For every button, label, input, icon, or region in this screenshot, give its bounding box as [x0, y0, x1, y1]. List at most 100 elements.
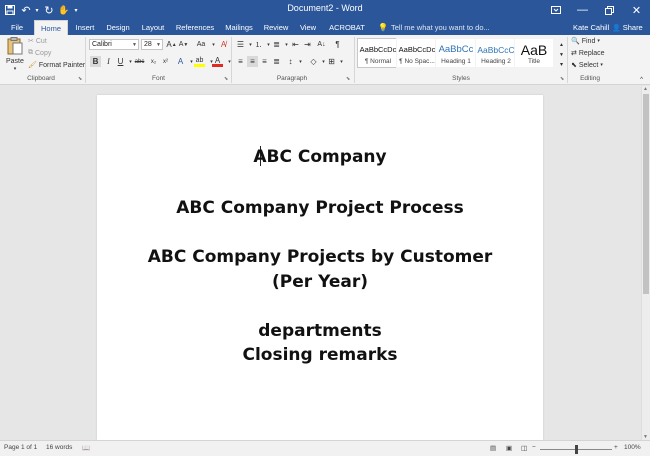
tab-view[interactable]: View — [295, 20, 321, 35]
show-formatting-icon[interactable]: ¶ — [332, 39, 343, 50]
chevron-down-icon: ▾ — [597, 38, 600, 44]
font-size-value: 28 — [144, 41, 152, 48]
align-left-icon[interactable]: ≡ — [235, 56, 246, 67]
font-color-icon[interactable]: A — [212, 56, 223, 67]
doc-heading-projects-by-customer[interactable]: ABC Company Projects by Customer — [97, 247, 543, 267]
style-normal[interactable]: AaBbCcDc ¶ Normal — [357, 38, 399, 68]
paste-button[interactable]: Paste ▾ — [6, 37, 24, 72]
style-preview: AaBbCcC — [477, 44, 515, 55]
scrollbar-thumb[interactable] — [643, 94, 649, 294]
justify-icon[interactable]: ≣ — [271, 56, 282, 67]
format-painter-button[interactable]: 🖌 Format Painter — [28, 61, 85, 70]
italic-icon[interactable]: I — [103, 56, 114, 67]
font-launcher-icon[interactable]: ⬊ — [224, 76, 228, 82]
word-count[interactable]: 16 words — [46, 444, 72, 451]
scroll-up-icon[interactable]: ▲ — [643, 86, 648, 92]
doc-heading-per-year[interactable]: (Per Year) — [97, 272, 543, 292]
select-button[interactable]: ⬉ Select ▾ — [571, 61, 603, 70]
clipboard-launcher-icon[interactable]: ⬊ — [78, 76, 82, 82]
chevron-down-icon[interactable]: ▾ — [336, 56, 347, 67]
styles-launcher-icon[interactable]: ⬊ — [560, 76, 564, 82]
chevron-down-icon: ▼ — [156, 41, 161, 48]
strikethrough-icon[interactable]: abc — [134, 56, 145, 67]
style-no-spacing[interactable]: AaBbCcDc ¶ No Spac... — [396, 38, 438, 68]
ribbon-display-options-icon[interactable] — [542, 0, 569, 20]
tab-mailings[interactable]: Mailings — [222, 20, 256, 35]
tab-acrobat[interactable]: ACROBAT — [326, 20, 368, 35]
proofing-icon[interactable]: 📖 — [82, 444, 90, 452]
status-bar: Page 1 of 1 16 words 📖 ▤ ▣ ◫ − + 100% — [0, 440, 650, 456]
paintbrush-icon: 🖌 — [28, 62, 37, 69]
decrease-indent-icon[interactable]: ⇤ — [290, 39, 301, 50]
paragraph-launcher-icon[interactable]: ⬊ — [346, 76, 350, 82]
tab-home[interactable]: Home — [34, 20, 68, 35]
minimize-icon[interactable]: — — [569, 0, 596, 20]
share-button[interactable]: 👤 Share — [612, 20, 643, 35]
sort-icon[interactable]: A↓ — [316, 39, 327, 50]
zoom-level[interactable]: 100% — [624, 444, 641, 451]
text-effects-icon[interactable]: A — [175, 56, 186, 67]
read-mode-icon[interactable]: ▤ — [490, 444, 496, 452]
shrink-font-icon[interactable]: A ▼ — [178, 39, 189, 50]
change-case-icon[interactable]: Aa — [194, 39, 208, 50]
superscript-icon[interactable]: x² — [160, 56, 171, 67]
page-count[interactable]: Page 1 of 1 — [4, 444, 37, 451]
doc-heading-departments[interactable]: departments — [97, 321, 543, 341]
doc-heading-project-process[interactable]: ABC Company Project Process — [97, 198, 543, 218]
replace-button[interactable]: ⇄ Replace — [571, 49, 605, 58]
tab-file[interactable]: File — [3, 20, 31, 35]
print-layout-icon[interactable]: ▣ — [506, 444, 512, 452]
restore-icon[interactable] — [596, 0, 623, 20]
chevron-down-icon: ▾ — [600, 62, 603, 68]
styles-more-icon[interactable]: ▾ — [556, 59, 567, 70]
grow-font-icon[interactable]: A ▲ — [166, 39, 177, 50]
tab-design[interactable]: Design — [103, 20, 133, 35]
clear-formatting-icon[interactable]: A̸ — [218, 39, 229, 50]
web-layout-icon[interactable]: ◫ — [521, 444, 527, 452]
zoom-slider-thumb[interactable] — [574, 445, 578, 454]
style-title[interactable]: AaB Title — [514, 38, 554, 68]
zoom-out-icon[interactable]: − — [532, 444, 536, 451]
editing-group-label: Editing — [580, 75, 600, 82]
lightbulb-icon: 💡 — [378, 23, 388, 32]
find-label: Find — [581, 37, 596, 45]
bold-icon[interactable]: B — [90, 56, 101, 67]
user-account[interactable]: Kate Cahill — [573, 20, 609, 35]
font-name-combo[interactable]: Calibri ▼ — [89, 39, 139, 50]
style-heading-1[interactable]: AaBbCc Heading 1 — [435, 38, 477, 68]
style-preview: AaBbCc — [438, 44, 474, 55]
style-heading-2[interactable]: AaBbCcC Heading 2 — [475, 38, 517, 68]
styles-group-label: Styles — [452, 75, 470, 82]
cut-label: Cut — [35, 37, 47, 45]
copy-button[interactable]: ⧉ Copy — [28, 49, 51, 57]
tab-insert[interactable]: Insert — [70, 20, 100, 35]
align-center-icon[interactable]: ≡ — [247, 56, 258, 67]
tab-layout[interactable]: Layout — [138, 20, 168, 35]
divider — [354, 37, 355, 83]
chevron-down-icon[interactable]: ▾ — [224, 56, 235, 67]
vertical-scrollbar[interactable]: ▲ ▼ — [641, 86, 650, 440]
doc-heading-closing-remarks[interactable]: Closing remarks — [97, 345, 543, 365]
increase-indent-icon[interactable]: ⇥ — [302, 39, 313, 50]
tab-references[interactable]: References — [173, 20, 217, 35]
zoom-slider[interactable] — [540, 445, 612, 454]
document-page[interactable]: ABC Company ABC Company Project Process … — [97, 95, 543, 440]
paragraph-group-label: Paragraph — [276, 75, 308, 82]
collapse-ribbon-icon[interactable]: ^ — [636, 74, 647, 85]
font-size-combo[interactable]: 28 ▼ — [141, 39, 163, 50]
search-icon: 🔍 — [571, 38, 580, 45]
highlight-icon[interactable]: ab — [194, 56, 205, 67]
cut-button[interactable]: ✂ Cut — [28, 37, 47, 46]
close-icon[interactable]: ✕ — [623, 0, 650, 20]
find-button[interactable]: 🔍 Find ▾ — [571, 37, 600, 46]
subscript-icon[interactable]: x₂ — [148, 56, 159, 67]
tab-review[interactable]: Review — [261, 20, 291, 35]
doc-heading-company[interactable]: ABC Company — [97, 147, 543, 167]
ribbon-tab-bar: File Home Insert Design Layout Reference… — [0, 20, 650, 35]
font-name-value: Calibri — [92, 41, 112, 48]
tell-me-search[interactable]: 💡 Tell me what you want to do... — [378, 20, 490, 35]
chevron-down-icon[interactable]: ▾ — [295, 56, 306, 67]
style-name: Title — [527, 57, 541, 65]
align-right-icon[interactable]: ≡ — [259, 56, 270, 67]
zoom-in-icon[interactable]: + — [614, 444, 618, 451]
